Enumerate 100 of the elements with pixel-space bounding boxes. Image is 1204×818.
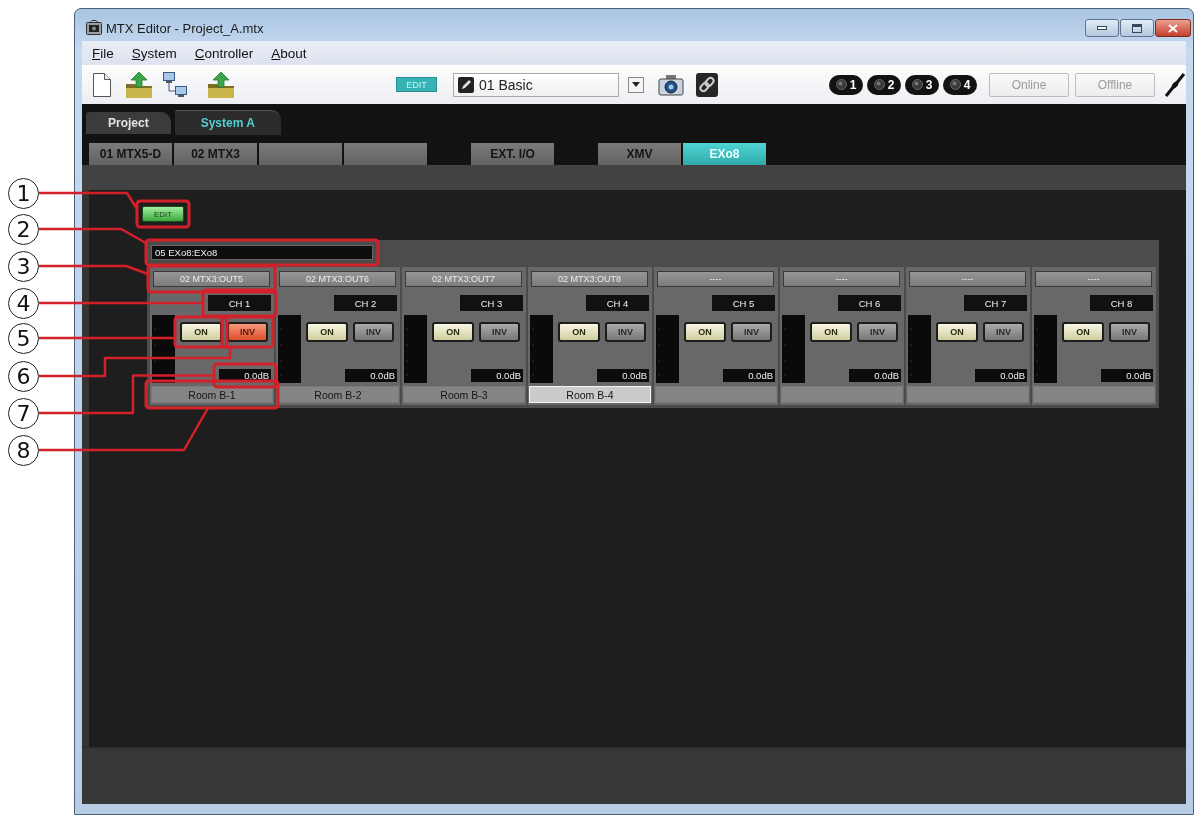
camera-icon[interactable] <box>658 72 684 97</box>
channel-label: CH 6 <box>838 295 901 311</box>
channel-label: CH 3 <box>460 295 523 311</box>
close-button[interactable] <box>1155 19 1191 37</box>
callout-number: 1 <box>8 178 39 209</box>
level-meter <box>1034 315 1057 383</box>
source-button[interactable]: 02 MTX3:OUT8 <box>531 271 648 287</box>
menu-item[interactable]: Controller <box>185 45 263 61</box>
device-tab[interactable]: XMV <box>598 143 681 165</box>
invert-button[interactable]: INV <box>857 322 898 342</box>
room-name-field[interactable] <box>655 386 777 403</box>
edit-button[interactable]: EDIT <box>142 206 184 222</box>
callout-number: 6 <box>8 361 39 392</box>
level-readout: 0.0dB <box>1101 369 1153 382</box>
led-icon <box>949 79 961 90</box>
channel-label: CH 4 <box>586 295 649 311</box>
invert-button[interactable]: INV <box>1109 322 1150 342</box>
close-icon <box>1168 23 1178 33</box>
led-icon <box>911 79 923 90</box>
room-name-field[interactable]: Room B-3 <box>403 386 525 403</box>
level-readout: 0.0dB <box>471 369 523 382</box>
level-readout: 0.0dB <box>975 369 1027 382</box>
on-button[interactable]: ON <box>936 322 978 342</box>
level-meter <box>782 315 805 383</box>
folder-arrow-icon[interactable] <box>206 70 236 99</box>
level-readout: 0.0dB <box>849 369 901 382</box>
room-name-field[interactable] <box>907 386 1029 403</box>
preset-field[interactable]: 01 Basic <box>453 72 619 97</box>
invert-button[interactable]: INV <box>479 322 520 342</box>
callout-number: 2 <box>8 214 39 245</box>
room-name-field[interactable] <box>1033 386 1155 403</box>
led-icon <box>873 79 885 90</box>
level-meter <box>656 315 679 383</box>
dropdown-button[interactable] <box>628 76 644 93</box>
tab[interactable]: System A <box>174 110 281 135</box>
maximize-button[interactable] <box>1120 19 1154 37</box>
callout-number: 5 <box>8 323 39 354</box>
maximize-icon <box>1132 23 1142 33</box>
channel-label: CH 2 <box>334 295 397 311</box>
channel-label: CH 7 <box>964 295 1027 311</box>
room-name-field[interactable]: Room B-4 <box>529 386 651 403</box>
level-readout: 0.0dB <box>345 369 397 382</box>
highlight-frame <box>173 315 229 349</box>
unit-number: 1 <box>849 77 857 92</box>
on-button[interactable]: ON <box>810 322 852 342</box>
tab[interactable]: Project <box>86 112 171 134</box>
on-button[interactable]: ON <box>684 322 726 342</box>
minimize-button[interactable] <box>1085 19 1119 37</box>
computers-icon[interactable] <box>162 70 188 99</box>
unit-number: 2 <box>887 77 895 92</box>
device-tab[interactable]: 02 MTX3 <box>174 143 257 165</box>
menu-item[interactable]: System <box>122 45 186 61</box>
level-readout: 0.0dB <box>723 369 775 382</box>
highlight-frame <box>220 315 275 349</box>
callout-number: 3 <box>8 251 39 282</box>
channel-label: CH 8 <box>1090 295 1153 311</box>
device-tab[interactable]: 01 MTX5-D <box>89 143 172 165</box>
mode-indicator: EDIT <box>396 77 437 92</box>
highlight-frame <box>135 199 191 229</box>
callout-number: 7 <box>8 398 39 429</box>
on-button[interactable]: ON <box>180 322 222 342</box>
unit-number: 3 <box>925 77 933 92</box>
room-name-field[interactable] <box>781 386 903 403</box>
on-button[interactable]: ON <box>558 322 600 342</box>
caret-icon <box>632 82 640 87</box>
invert-button[interactable]: INV <box>731 322 772 342</box>
invert-button[interactable]: INV <box>353 322 394 342</box>
menu-item[interactable]: File <box>83 45 123 61</box>
chain-icon[interactable] <box>696 72 718 97</box>
folder-arrow-icon[interactable] <box>124 70 154 99</box>
source-button[interactable]: ---- <box>657 271 774 287</box>
led-icon <box>835 79 847 90</box>
menu-item[interactable]: About <box>262 45 316 61</box>
source-button[interactable]: 02 MTX3:OUT5 <box>153 271 270 287</box>
level-meter <box>278 315 301 383</box>
source-button[interactable]: ---- <box>783 271 900 287</box>
invert-button[interactable]: INV <box>605 322 646 342</box>
channel-label: CH 5 <box>712 295 775 311</box>
new-document-icon[interactable] <box>92 71 112 98</box>
device-name-field: 05 EXo8:EXo8 <box>151 245 373 260</box>
device-tab[interactable]: EXT. I/O <box>471 143 554 165</box>
invert-button[interactable]: INV <box>983 322 1024 342</box>
on-button[interactable]: ON <box>306 322 348 342</box>
on-button[interactable]: ON <box>432 322 474 342</box>
source-button[interactable]: ---- <box>909 271 1026 287</box>
room-name-field[interactable]: Room B-2 <box>277 386 399 403</box>
minimize-icon <box>1097 26 1107 30</box>
invert-button[interactable]: INV <box>227 322 268 342</box>
callout-number: 4 <box>8 288 39 319</box>
level-meter <box>908 315 931 383</box>
callout-number: 8 <box>8 435 39 466</box>
source-button[interactable]: 02 MTX3:OUT6 <box>279 271 396 287</box>
plug-icon[interactable] <box>1164 71 1186 98</box>
level-readout: 0.0dB <box>597 369 649 382</box>
source-button[interactable]: ---- <box>1035 271 1152 287</box>
level-meter <box>530 315 553 383</box>
window-title: MTX Editor - Project_A.mtx <box>106 21 264 36</box>
on-button[interactable]: ON <box>1062 322 1104 342</box>
pencil-icon <box>458 76 474 93</box>
source-button[interactable]: 02 MTX3:OUT7 <box>405 271 522 287</box>
